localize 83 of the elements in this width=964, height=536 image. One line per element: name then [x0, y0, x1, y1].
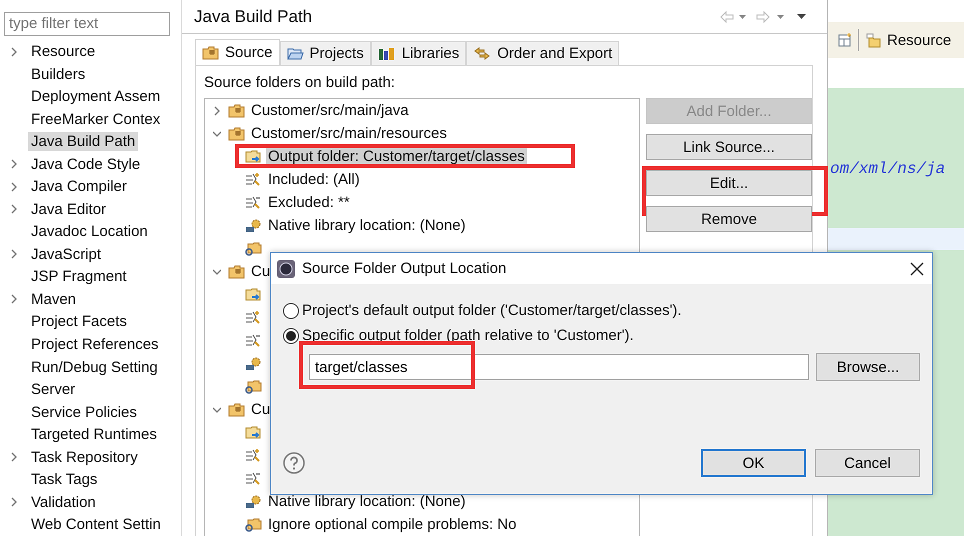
expand-icon[interactable] — [10, 159, 18, 170]
sidebar-item[interactable]: Run/Debug Setting — [28, 358, 161, 377]
expand-icon[interactable] — [10, 182, 18, 192]
tree-item[interactable]: Native library location: (None) — [266, 216, 468, 235]
expand-icon[interactable] — [10, 249, 18, 260]
collapse-icon[interactable] — [213, 266, 221, 276]
tab[interactable]: Projects — [280, 41, 371, 65]
sidebar-item[interactable]: Javadoc Location — [28, 222, 151, 242]
expand-icon[interactable] — [10, 294, 18, 304]
expand-icon[interactable] — [10, 452, 18, 462]
folder-icon — [245, 241, 262, 256]
option-label[interactable]: Specific output folder (path relative to 'Customer'). — [302, 327, 634, 344]
sidebar-item[interactable]: Web Content Settin — [28, 515, 164, 534]
sidebar-item[interactable]: FreeMarker Contex — [28, 110, 164, 129]
collapse-icon[interactable] — [213, 404, 221, 414]
expand-icon[interactable] — [10, 497, 18, 508]
sidebar-item[interactable]: Java Compiler — [28, 177, 130, 196]
tab[interactable]: Source — [195, 39, 280, 65]
filter-field[interactable]: type filter text — [4, 12, 170, 36]
browse-button[interactable]: Browse... — [816, 353, 920, 381]
folder-icon — [245, 379, 262, 394]
sidebar-item[interactable]: Java Build Path — [28, 132, 138, 152]
sidebar-item[interactable]: Builders — [28, 64, 88, 84]
page-title: Java Build Path — [194, 6, 312, 26]
filter-icon — [245, 448, 262, 463]
side-button[interactable]: Link Source... — [646, 134, 812, 160]
sidebar-item[interactable]: Project Facets — [28, 312, 130, 332]
source-folder-icon — [202, 45, 219, 60]
side-button[interactable]: Edit... — [646, 170, 812, 196]
sidebar-item[interactable]: JSP Fragment — [28, 267, 130, 286]
output-folder-icon — [245, 425, 262, 440]
sidebar-item[interactable]: Maven — [28, 290, 80, 309]
filter-icon — [245, 471, 262, 486]
help-icon[interactable] — [283, 452, 305, 474]
source-folder-icon — [228, 126, 245, 141]
folder-icon — [865, 32, 881, 48]
sidebar-item[interactable]: Validation — [28, 492, 99, 512]
sidebar-item[interactable]: JavaScript — [28, 244, 104, 264]
expand-icon[interactable] — [213, 106, 221, 116]
tab[interactable]: Libraries — [370, 41, 466, 65]
expand-icon[interactable] — [10, 46, 18, 57]
app-icon — [276, 258, 296, 278]
output-folder-icon — [245, 287, 262, 302]
sidebar-item[interactable]: Java Editor — [28, 200, 110, 219]
dialog-button[interactable]: Cancel — [815, 449, 920, 477]
expand-icon[interactable] — [10, 204, 18, 214]
source-folder-icon — [228, 103, 245, 118]
dialog-title: Source Folder Output Location — [302, 260, 508, 277]
dialog-button[interactable]: OK — [701, 449, 806, 477]
filter-icon — [245, 333, 262, 348]
sidebar-item[interactable]: Server — [28, 380, 78, 400]
sidebar-item[interactable]: Project References — [28, 335, 162, 354]
sidebar-item[interactable]: Task Tags — [28, 470, 100, 490]
tree-item[interactable]: Customer/src/main/java — [249, 101, 411, 120]
folder-icon — [286, 46, 304, 61]
sidebar-item[interactable]: Targeted Runtimes — [28, 425, 160, 444]
sidebar-item[interactable]: Deployment Assem — [28, 87, 164, 106]
sidebar-item[interactable]: Java Code Style — [28, 154, 144, 174]
close-icon[interactable] — [910, 262, 924, 276]
collapse-icon[interactable] — [213, 128, 221, 138]
output-folder-icon — [245, 149, 262, 164]
path-field[interactable]: target/classes — [309, 354, 809, 380]
radio-button[interactable] — [283, 302, 299, 318]
window-icon[interactable] — [838, 33, 852, 47]
sidebar-item[interactable]: Service Policies — [28, 402, 140, 422]
arrows-icon — [473, 46, 492, 61]
tree-item[interactable]: Included: (All) — [266, 170, 362, 189]
radio-button[interactable] — [283, 328, 299, 344]
option-label[interactable]: Project's default output folder ('Customer/target/classes'). — [302, 302, 682, 319]
tree-label: Source folders on build path: — [204, 74, 396, 93]
tab[interactable]: Order and Export — [466, 41, 620, 65]
folder-icon — [245, 517, 262, 532]
code-text: om/xml/ns/ja — [830, 160, 946, 178]
source-folder-icon — [228, 402, 245, 417]
filter-icon — [245, 310, 262, 325]
side-button[interactable]: Remove — [646, 206, 812, 232]
tree-item[interactable]: Ignore optional compile problems: No — [266, 515, 518, 534]
source-folder-icon — [228, 264, 245, 279]
filter-icon — [245, 172, 262, 187]
sidebar-item[interactable]: Resource — [28, 42, 98, 62]
filter-icon — [245, 195, 262, 210]
sidebar-item[interactable]: Task Repository — [28, 448, 141, 467]
books-icon — [378, 46, 396, 61]
